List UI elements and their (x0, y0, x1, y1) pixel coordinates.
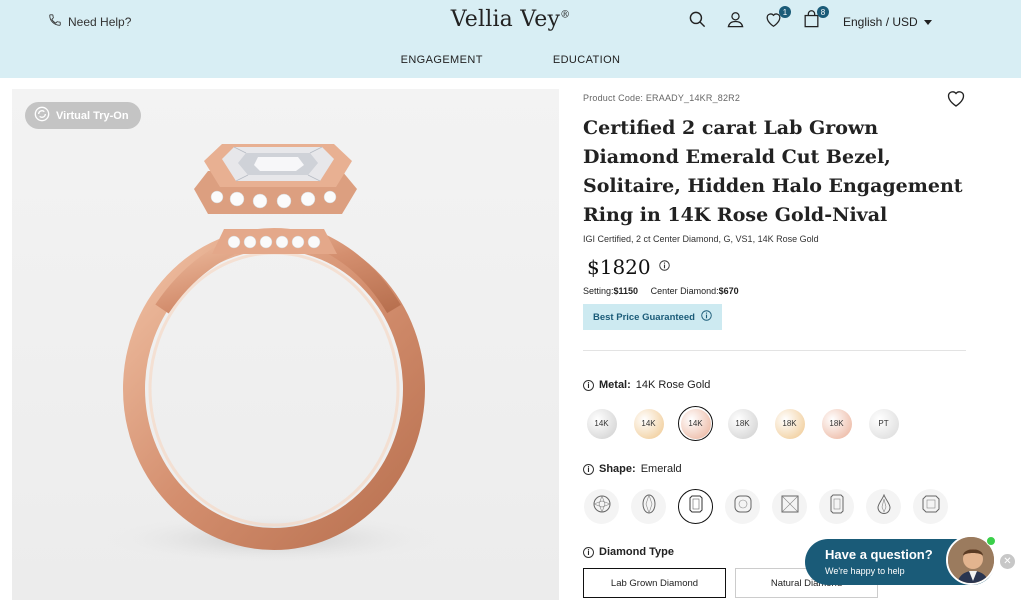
cushion-icon (733, 494, 753, 519)
registered-mark: ® (560, 9, 571, 21)
metal-swatch-label: 14K (633, 408, 664, 439)
product-price: $1820 (587, 255, 651, 279)
metal-swatch[interactable]: 18K (772, 406, 807, 441)
round-icon (592, 494, 612, 519)
price-breakdown: Setting:$1150 Center Diamond:$670 (583, 286, 966, 296)
center-diamond-label: Center Diamond: (650, 286, 719, 296)
shape-option-princess[interactable] (772, 489, 807, 524)
shape-option-radiant[interactable] (819, 489, 854, 524)
metal-option-label: i Metal: 14K Rose Gold (583, 379, 966, 391)
radiant-icon (827, 494, 847, 519)
caret-down-icon (923, 15, 932, 29)
divider (583, 350, 966, 351)
metal-swatch-label: 18K (727, 408, 758, 439)
close-chat-button[interactable]: ✕ (1000, 554, 1015, 569)
metal-value: 14K Rose Gold (635, 379, 711, 391)
product-details: Product Code: ERAADY_14KR_82R2 Certified… (583, 89, 966, 598)
site-header: Need Help? Vellia Vey® 1 8 English / USD… (0, 0, 1021, 78)
diamond-type-label: Diamond Type (599, 546, 674, 558)
chat-question: Have a question? (825, 547, 933, 562)
account-button[interactable] (724, 10, 746, 34)
shape-label: Shape: (599, 463, 636, 475)
cart-button[interactable]: 8 (800, 6, 829, 34)
search-icon (688, 10, 707, 34)
emerald-icon (686, 494, 706, 519)
wishlist-count-badge: 1 (779, 6, 791, 18)
setting-price: $1150 (613, 286, 639, 296)
add-to-wishlist-button[interactable] (946, 89, 966, 113)
virtual-try-on-label: Virtual Try-On (56, 109, 129, 122)
product-subtitle: IGI Certified, 2 ct Center Diamond, G, V… (583, 234, 819, 244)
search-button[interactable] (686, 10, 708, 34)
pear-icon (874, 493, 894, 519)
language-currency-selector[interactable]: English / USD (843, 15, 932, 29)
metal-swatch[interactable]: 18K (725, 406, 760, 441)
setting-label: Setting: (583, 286, 614, 296)
main-nav: ENGAGEMENT EDUCATION (0, 54, 1021, 66)
metal-swatch-label: 18K (774, 408, 805, 439)
metal-swatch[interactable]: 14K (584, 406, 619, 441)
virtual-try-on-button[interactable]: Virtual Try-On (25, 102, 141, 129)
language-currency-label: English / USD (843, 15, 918, 29)
online-status-indicator (986, 536, 996, 546)
metal-swatch[interactable]: 14K (631, 406, 666, 441)
shape-option-label: i Shape: Emerald (583, 463, 966, 475)
ring-product-image (102, 144, 442, 565)
metal-swatches: 14K 14K 14K 18K 18K 18K PT (584, 406, 966, 441)
product-title: Certified 2 carat Lab Grown Diamond Emer… (583, 117, 963, 226)
product-code: Product Code: ERAADY_14KR_82R2 (583, 93, 741, 103)
oval-icon (639, 494, 659, 519)
metal-swatch[interactable]: 14K (678, 406, 713, 441)
info-icon[interactable]: i (583, 546, 594, 558)
best-price-guaranteed-badge[interactable]: Best Price Guaranteed (583, 304, 722, 330)
shape-option-asscher[interactable] (913, 489, 948, 524)
asscher-icon (921, 494, 941, 519)
cart-count-badge: 8 (817, 6, 829, 18)
info-icon[interactable]: i (583, 379, 594, 391)
shape-option-pear[interactable] (866, 489, 901, 524)
metal-swatch-label: 18K (821, 408, 852, 439)
center-diamond-price: $670 (718, 286, 739, 296)
logo-text: Vellia Vey (450, 7, 561, 32)
best-price-label: Best Price Guaranteed (593, 311, 695, 323)
shape-value: Emerald (640, 463, 682, 475)
shape-option-emerald[interactable] (678, 489, 713, 524)
info-icon[interactable]: i (583, 463, 594, 475)
product-image-gallery[interactable]: Virtual Try-On (12, 89, 559, 600)
wishlist-button[interactable]: 1 (762, 6, 791, 34)
shape-option-round[interactable] (584, 489, 619, 524)
price-info-icon[interactable] (658, 258, 670, 276)
metal-swatch-label: PT (868, 408, 899, 439)
shape-options (584, 489, 966, 524)
chat-subtext: We're happy to help (825, 566, 905, 576)
metal-label: Metal: (599, 379, 631, 391)
nav-item-education[interactable]: EDUCATION (553, 54, 621, 66)
shape-option-cushion[interactable] (725, 489, 760, 524)
close-icon: ✕ (1003, 556, 1012, 567)
nav-item-engagement[interactable]: ENGAGEMENT (401, 54, 483, 66)
metal-swatch[interactable]: 18K (819, 406, 854, 441)
metal-swatch-label: 14K (680, 408, 711, 439)
diamond-type-lab-grown[interactable]: Lab Grown Diamond (583, 568, 726, 598)
princess-icon (780, 494, 800, 519)
heart-icon (946, 91, 966, 112)
user-icon (726, 10, 745, 34)
try-on-icon (34, 106, 50, 125)
info-icon (701, 310, 712, 324)
shape-option-oval[interactable] (631, 489, 666, 524)
metal-swatch[interactable]: PT (866, 406, 901, 441)
metal-swatch-label: 14K (586, 408, 617, 439)
